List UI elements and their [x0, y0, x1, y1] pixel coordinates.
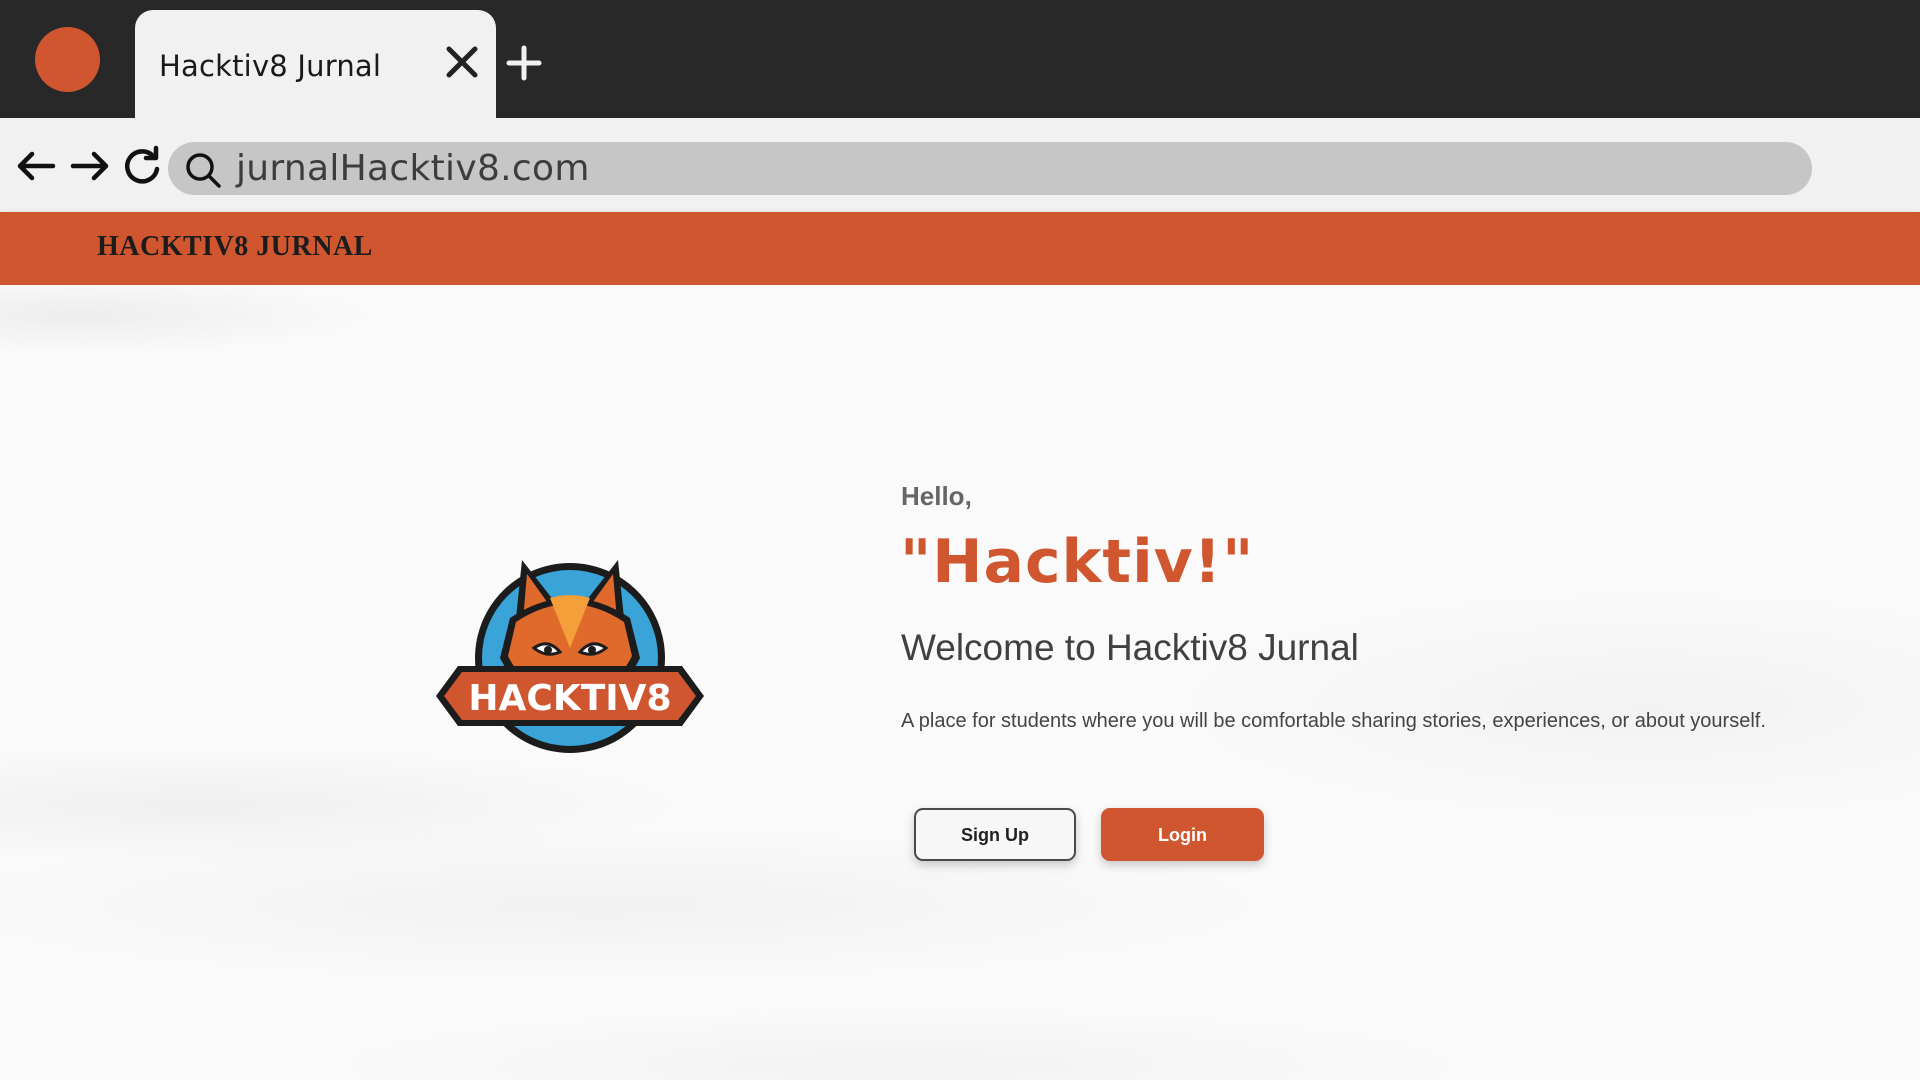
address-bar[interactable]: jurnalHacktiv8.com [168, 142, 1812, 195]
fox-logo: HACKTIV8 [436, 560, 704, 753]
search-icon [186, 153, 221, 188]
browser-titlebar: Hacktiv8 Jurnal [0, 0, 1920, 118]
hero-welcome: Welcome to Hacktiv8 Jurnal [901, 627, 1359, 668]
tab-title: Hacktiv8 Jurnal [159, 49, 382, 83]
browser-logo-dot [35, 27, 100, 92]
plus-icon[interactable] [505, 44, 543, 82]
close-icon[interactable] [444, 44, 480, 80]
hero-headline: "Hacktiv!" [900, 527, 1255, 597]
browser-toolbar: jurnalHacktiv8.com [0, 118, 1920, 212]
signup-button[interactable]: Sign Up [914, 808, 1076, 861]
tab-hacktiv8-jurnal[interactable]: Hacktiv8 Jurnal [135, 10, 496, 118]
logo-text: HACKTIV8 [468, 678, 671, 719]
reload-icon[interactable] [121, 145, 163, 187]
hero-greeting: Hello, [901, 481, 972, 511]
arrow-left-icon[interactable] [15, 145, 57, 187]
site-brand[interactable]: HACKTIV8 JURNAL [97, 231, 373, 263]
url-text[interactable]: jurnalHacktiv8.com [236, 148, 590, 189]
hero-background [0, 285, 1920, 1080]
arrow-right-icon[interactable] [69, 145, 111, 187]
site-navbar: HACKTIV8 JURNAL [0, 212, 1920, 285]
login-button[interactable]: Login [1101, 808, 1264, 861]
hero-description: A place for students where you will be c… [901, 710, 1766, 732]
